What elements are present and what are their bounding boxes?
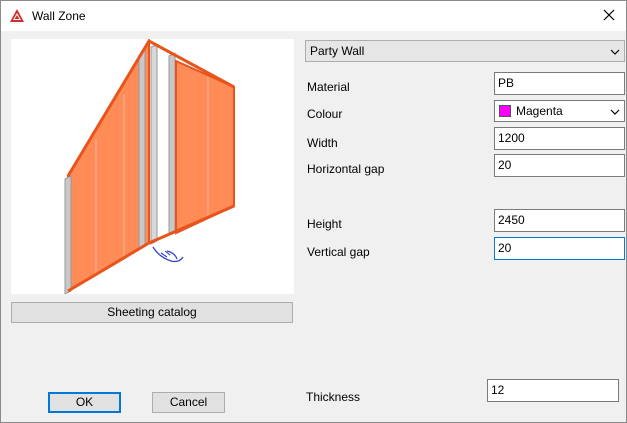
chevron-down-icon [610,46,620,56]
horizontal-gap-input[interactable]: 20 [494,154,625,177]
wall-type-dropdown[interactable]: Party Wall [305,40,625,62]
autocad-icon [9,8,25,24]
vertical-gap-label: Vertical gap [307,245,370,259]
vertical-gap-input[interactable]: 20 [494,237,625,260]
colour-swatch [499,105,511,117]
cancel-button[interactable]: Cancel [152,392,225,413]
colour-selected: Magenta [516,104,563,118]
material-input[interactable]: PB [494,72,625,95]
horizontal-gap-label: Horizontal gap [307,162,385,176]
width-input[interactable]: 1200 [494,127,625,150]
close-button[interactable] [592,1,626,31]
colour-label: Colour [307,107,343,121]
thickness-input[interactable]: 12 [487,379,619,402]
height-label: Height [307,217,342,231]
thickness-label: Thickness [306,390,361,404]
wall-preview-image [11,39,294,294]
close-icon [603,9,615,24]
wall-type-selected: Party Wall [310,44,365,58]
material-label: Material [307,80,350,94]
wall-zone-dialog: Wall Zone Sheeting catalog OK Cancel Par… [0,0,627,423]
height-input[interactable]: 2450 [494,209,625,232]
title-bar: Wall Zone [1,1,626,31]
sheeting-catalog-button[interactable]: Sheeting catalog [11,302,293,323]
chevron-down-icon [610,106,620,116]
width-label: Width [307,136,338,150]
ok-button[interactable]: OK [48,392,121,413]
colour-dropdown[interactable]: Magenta [494,100,625,122]
window-title: Wall Zone [32,9,86,23]
